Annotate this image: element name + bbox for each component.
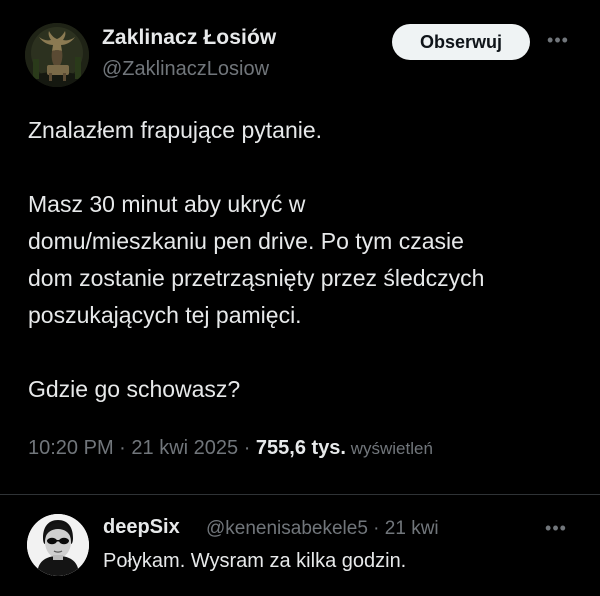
tweet-line: Masz 30 minut aby ukryć w bbox=[28, 191, 306, 217]
moose-avatar-icon bbox=[25, 23, 89, 87]
meta-separator: · bbox=[238, 437, 256, 459]
reply-text: Połykam. Wysram za kilka godzin. bbox=[103, 550, 407, 572]
tweet-text: Znalazłem frapujące pytanie. Masz 30 min… bbox=[28, 112, 588, 408]
meta-separator: · bbox=[113, 437, 132, 459]
tweet-line: domu/mieszkaniu pen drive. Po tym czasie bbox=[28, 228, 464, 254]
author-name[interactable]: Zaklinacz Łosiów bbox=[102, 26, 276, 50]
tweet-line: Znalazłem frapujące pytanie. bbox=[28, 117, 323, 143]
tweet-meta: 10:20 PM · 21 kwi 2025 · 755,6 tys. wyśw… bbox=[28, 437, 433, 460]
tweet-line: dom zostanie przetrząsnięty przez śledcz… bbox=[28, 265, 485, 291]
person-sunglasses-avatar-icon bbox=[27, 514, 89, 576]
tweet-line: poszukających tej pamięci. bbox=[28, 302, 302, 328]
reply-avatar[interactable] bbox=[27, 514, 89, 576]
tweet-date[interactable]: 21 kwi 2025 bbox=[131, 437, 238, 459]
reply-author-handle[interactable]: @kenenisabekele5 bbox=[206, 518, 368, 539]
follow-button[interactable]: Obserwuj bbox=[392, 24, 530, 60]
more-options-icon[interactable]: ••• bbox=[543, 30, 573, 50]
reply-more-options-icon[interactable]: ••• bbox=[540, 518, 572, 538]
meta-separator: · bbox=[367, 518, 385, 539]
tweet-line: Gdzie go schowasz? bbox=[28, 376, 241, 402]
reply-date[interactable]: 21 kwi bbox=[385, 518, 439, 539]
reply-author-name[interactable]: deepSix bbox=[103, 516, 180, 539]
views-count: 755,6 tys. bbox=[255, 437, 346, 459]
author-avatar[interactable] bbox=[25, 23, 89, 87]
views-label: wyświetleń bbox=[346, 439, 433, 458]
tweet-time[interactable]: 10:20 PM bbox=[28, 437, 114, 459]
divider bbox=[0, 494, 600, 495]
reply-handle-line: @kenenisabekele5 · 21 kwi bbox=[206, 518, 439, 540]
author-handle[interactable]: @ZaklinaczLosiow bbox=[102, 58, 269, 81]
